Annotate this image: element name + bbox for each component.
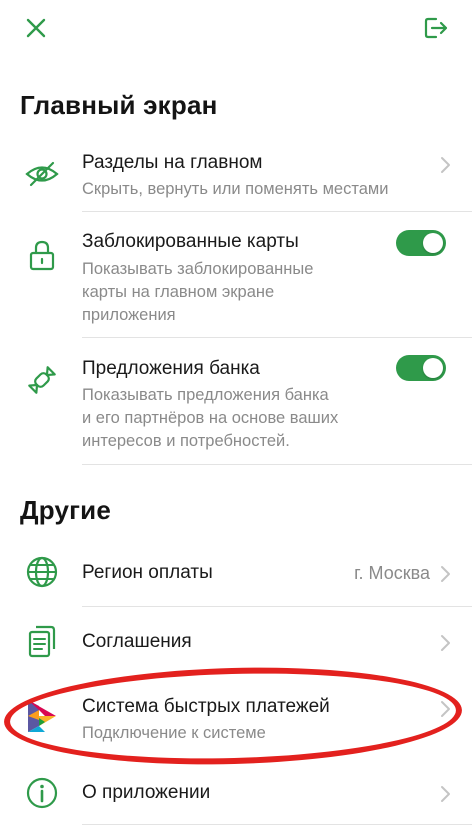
chevron-right-icon xyxy=(441,157,450,173)
row-about-app[interactable]: О приложении xyxy=(0,762,472,825)
row-main-sections[interactable]: Разделы на главном Скрыть, вернуть или п… xyxy=(0,140,472,212)
region-value: г. Москва xyxy=(354,563,430,583)
row-title: Регион оплаты xyxy=(82,562,213,583)
sbp-logo-icon xyxy=(22,696,62,736)
row-subtitle: Подключение к системе xyxy=(82,724,266,742)
row-bank-offers: Предложения банка Показывать предложения… xyxy=(0,338,472,465)
eye-off-icon xyxy=(22,154,62,194)
row-subtitle: Скрыть, вернуть или поменять местами xyxy=(82,180,389,198)
row-agreements[interactable]: Соглашения xyxy=(0,607,472,675)
candy-icon xyxy=(22,360,62,400)
divider xyxy=(82,824,472,825)
section-title-other: Другие xyxy=(20,495,111,525)
row-title: Разделы на главном xyxy=(82,152,263,173)
row-title: О приложении xyxy=(82,782,211,803)
chevron-right-icon xyxy=(441,566,450,582)
lock-icon xyxy=(22,235,62,275)
documents-icon xyxy=(22,621,62,661)
chevron-right-icon xyxy=(441,701,450,717)
row-subtitle: Показывать предложения банка и его партн… xyxy=(82,384,338,453)
chevron-right-icon xyxy=(441,786,450,802)
chevron-right-icon xyxy=(441,635,450,651)
subtitle-line: и его партнёров на основе ваших xyxy=(82,409,339,427)
row-title: Заблокированные карты xyxy=(82,231,299,252)
top-bar xyxy=(0,0,472,60)
divider xyxy=(82,464,472,465)
globe-icon xyxy=(22,552,62,592)
logout-icon xyxy=(424,17,448,39)
row-payment-region[interactable]: Регион оплаты г. Москва xyxy=(0,540,472,607)
row-blocked-cards: Заблокированные карты Показывать заблоки… xyxy=(0,213,472,338)
bank-offers-toggle[interactable] xyxy=(396,355,446,381)
row-fast-payments-system[interactable]: Система быстрых платежей Подключение к с… xyxy=(0,680,472,752)
subtitle-line: приложения xyxy=(82,306,176,324)
row-title: Система быстрых платежей xyxy=(82,696,330,717)
toggle-knob xyxy=(423,233,443,253)
subtitle-line: Показывать заблокированные xyxy=(82,260,314,278)
close-icon xyxy=(26,18,46,38)
row-title: Предложения банка xyxy=(82,358,260,379)
subtitle-line: Показывать предложения банка xyxy=(82,386,329,404)
subtitle-line: карты на главном экране xyxy=(82,283,275,301)
row-title: Соглашения xyxy=(82,631,192,652)
logout-button[interactable] xyxy=(420,12,452,44)
blocked-cards-toggle[interactable] xyxy=(396,230,446,256)
close-button[interactable] xyxy=(20,12,52,44)
section-title-main-screen: Главный экран xyxy=(20,90,218,120)
row-subtitle: Показывать заблокированные карты на глав… xyxy=(82,258,313,327)
divider xyxy=(82,211,472,212)
info-icon xyxy=(22,773,62,813)
subtitle-line: интересов и потребностей. xyxy=(82,432,290,450)
toggle-knob xyxy=(423,358,443,378)
